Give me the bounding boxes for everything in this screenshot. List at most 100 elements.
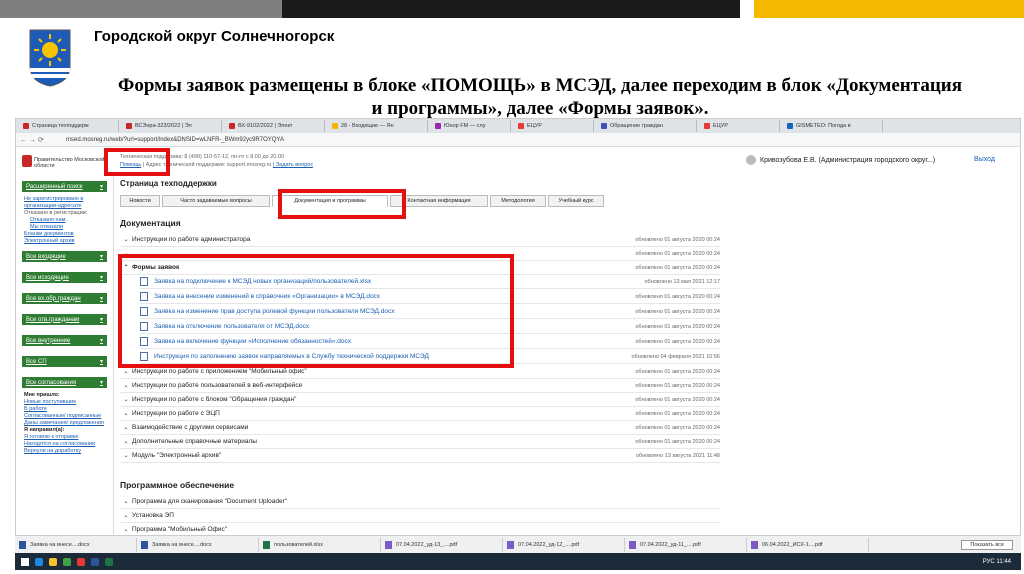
internal-button[interactable]: Все внутренние ▾ <box>22 335 107 346</box>
list-item[interactable]: ⌄ Установка ЭП <box>120 509 720 523</box>
chevron-down-icon: ⌄ <box>123 527 129 533</box>
approvals-links: Мне пришло: Новые поступившие В работе С… <box>24 392 105 455</box>
item-date: обновлено 01 августа 2020 00:24 <box>635 368 720 375</box>
list-item[interactable]: ⌄ Дополнительные справочные материалы обно… <box>120 435 720 449</box>
download-item[interactable]: Заявка на внесе....docx <box>15 537 137 552</box>
file-date: обновлено 01 августа 2020 00:24 <box>635 308 720 315</box>
main-content: Страница техподдержки Новости Часто зада… <box>116 175 1020 569</box>
show-all-button[interactable]: Показать все <box>961 539 1013 550</box>
browser-tab[interactable]: GISMETEO: Погода в <box>783 120 883 132</box>
on-approval-link[interactable]: Находятся на согласовании <box>24 441 105 448</box>
chevron-down-icon: ⌄ <box>123 513 129 519</box>
app-icon[interactable] <box>49 557 57 566</box>
item-date: обновлено 01 августа 2020 00:24 <box>635 236 720 243</box>
list-item[interactable]: ⌄ Инструкции по работе пользователей в ве… <box>120 379 720 393</box>
browser-tab[interactable]: ЕЦУР <box>700 120 780 132</box>
chevron-down-icon: ⌄ <box>123 499 129 505</box>
refused-us-link[interactable]: Отказано нам <box>30 217 105 224</box>
item-date: обновлено 01 августа 2020 00:24 <box>635 438 720 445</box>
approvals-button[interactable]: Все согласования ▾ <box>22 377 107 388</box>
browser-tab[interactable]: Юнор FM — слу <box>431 120 511 132</box>
pdf-file-icon <box>385 540 392 549</box>
chevron-down-icon: ▾ <box>99 296 103 302</box>
chevron-down-icon: ▾ <box>99 380 103 386</box>
top-bar-dark <box>282 0 740 18</box>
file-date: обновлено 01 августа 2020 00:24 <box>635 323 720 330</box>
citizens-in-button[interactable]: Все вх.обр.граждан ▾ <box>22 293 107 304</box>
citizens-out-button[interactable]: Все отв.гражданам ▾ <box>22 314 107 325</box>
blanks-link[interactable]: Бланки документов <box>24 231 105 238</box>
tab-favicon-icon <box>704 123 710 129</box>
user-info[interactable]: Кривозубова Е.В. (Администрация городско… <box>746 155 935 165</box>
download-item[interactable]: Заявка на внесе....docx <box>137 537 259 552</box>
file-date: обновлено 04 февраля 2021 10:56 <box>631 353 720 360</box>
windows-taskbar: РУС 11:44 <box>15 553 1021 570</box>
top-bar-grey <box>0 0 282 18</box>
item-date: обновлено 01 августа 2020 00:24 <box>635 264 720 271</box>
language-indicator[interactable]: РУС <box>983 559 995 565</box>
signed-link[interactable]: Согласованные/ подписанные <box>24 413 105 420</box>
browser-tab[interactable]: Обращение граждан <box>597 120 697 132</box>
list-item[interactable]: ⌄ Инструкции по работе администратора обно… <box>120 233 720 247</box>
list-item[interactable]: ⌄ Программа для сканирования "Document Up… <box>120 495 720 509</box>
item-label: Инструкции по работе с блоком "Обращения… <box>132 396 297 403</box>
nav-arrows-icon[interactable]: ← → ⟳ <box>20 136 60 144</box>
tab-faq[interactable]: Часто задаваемые вопросы <box>162 195 270 207</box>
address-bar[interactable]: ← → ⟳ msed.mosreg.ru/web/?url=support/in… <box>16 133 1020 147</box>
pdf-file-icon <box>507 540 514 549</box>
exit-link[interactable]: Выход <box>974 156 995 163</box>
app-icon[interactable] <box>77 557 85 566</box>
chevron-down-icon: ⌄ <box>123 453 129 459</box>
browser-tab[interactable]: Страница техподдерж <box>19 120 119 132</box>
chevron-down-icon: ▾ <box>99 275 103 281</box>
list-item[interactable]: ⌄ Инструкции по работе с ЭЦП обновлено 01 … <box>120 407 720 421</box>
inbound-button[interactable]: Все входящие ▾ <box>22 251 107 262</box>
unregistered-link[interactable]: Не зарегистрировано в организации-адреса… <box>24 196 105 210</box>
browser-tab[interactable]: 28 - Входящие — Ян <box>328 120 428 132</box>
citizens-in-label: Все вх.обр.граждан <box>26 295 81 302</box>
app-icon[interactable] <box>63 557 71 566</box>
we-refused-link[interactable]: Мы отказали <box>30 224 105 231</box>
list-item[interactable]: ⌄ Взаимодействие с другими сервисами обнов… <box>120 421 720 435</box>
tab-label: Обращение граждан <box>610 123 663 129</box>
item-label: Установка ЭП <box>132 512 174 519</box>
tab-news[interactable]: Новости <box>120 195 160 207</box>
download-item[interactable]: 07.04.2022_уд-13_....pdf <box>381 537 503 552</box>
download-item[interactable]: пользователей.xlsx <box>259 537 381 552</box>
avatar <box>746 155 756 165</box>
tab-label: ВСЭнра-323/2022 | Эл <box>135 123 192 129</box>
browser-tab[interactable]: ВСЭнра-323/2022 | Эл <box>122 120 222 132</box>
new-link[interactable]: Новые поступившие <box>24 399 105 406</box>
item-label: Инструкции по работе администратора <box>132 236 251 243</box>
list-item[interactable]: ⌄ Модуль "Электронный архив" обновлено 13 … <box>120 449 720 463</box>
download-item[interactable]: 06.04.2022_ИСХ-1....pdf <box>747 537 869 552</box>
ext-search-button[interactable]: Расширенный поиск ▾ <box>22 181 107 192</box>
download-item[interactable]: 07.04.2022_уд-11_....pdf <box>625 537 747 552</box>
app-icon[interactable] <box>105 557 113 566</box>
browser-tab[interactable]: ЕЦУР <box>514 120 594 132</box>
outbound-button[interactable]: Все исходящие ▾ <box>22 272 107 283</box>
item-date: обновлено 01 августа 2020 00:24 <box>635 250 720 257</box>
in-work-link[interactable]: В работе <box>24 406 105 413</box>
download-item[interactable]: 07.04.2022_уд-12_....pdf <box>503 537 625 552</box>
ask-question-link[interactable]: | Задать вопрос <box>273 162 313 168</box>
comments-link[interactable]: Даны замечания/ предложения <box>24 420 105 427</box>
item-date: обновлено 01 августа 2020 00:24 <box>635 424 720 431</box>
tab-course[interactable]: Учебный курс <box>548 195 604 207</box>
download-label: 07.04.2022_уд-11_....pdf <box>640 541 701 548</box>
browser-tab[interactable]: ВХ-9102/2022 | Элект <box>225 120 325 132</box>
download-label: 07.04.2022_уд-12_....pdf <box>518 541 580 548</box>
chevron-down-icon: ▾ <box>99 338 103 344</box>
list-item[interactable]: ⌄ Инструкции по работе с блоком "Обращени… <box>120 393 720 407</box>
app-icon[interactable] <box>35 557 43 566</box>
returned-link[interactable]: Вернули на доработку <box>24 448 105 455</box>
sp-button[interactable]: Все СП ▾ <box>22 356 107 367</box>
url-text[interactable]: msed.mosreg.ru/web/?url=support/index&DN… <box>66 137 284 143</box>
tab-methodology[interactable]: Методология <box>490 195 546 207</box>
archive-link[interactable]: Электронный архив <box>24 238 105 245</box>
app-icon[interactable] <box>91 557 99 566</box>
ready-link[interactable]: Я готовлю к отправке <box>24 434 105 441</box>
chevron-down-icon: ⌄ <box>123 237 129 243</box>
tray-clock[interactable]: РУС 11:44 <box>983 559 1011 565</box>
windows-start-icon[interactable] <box>21 557 29 566</box>
